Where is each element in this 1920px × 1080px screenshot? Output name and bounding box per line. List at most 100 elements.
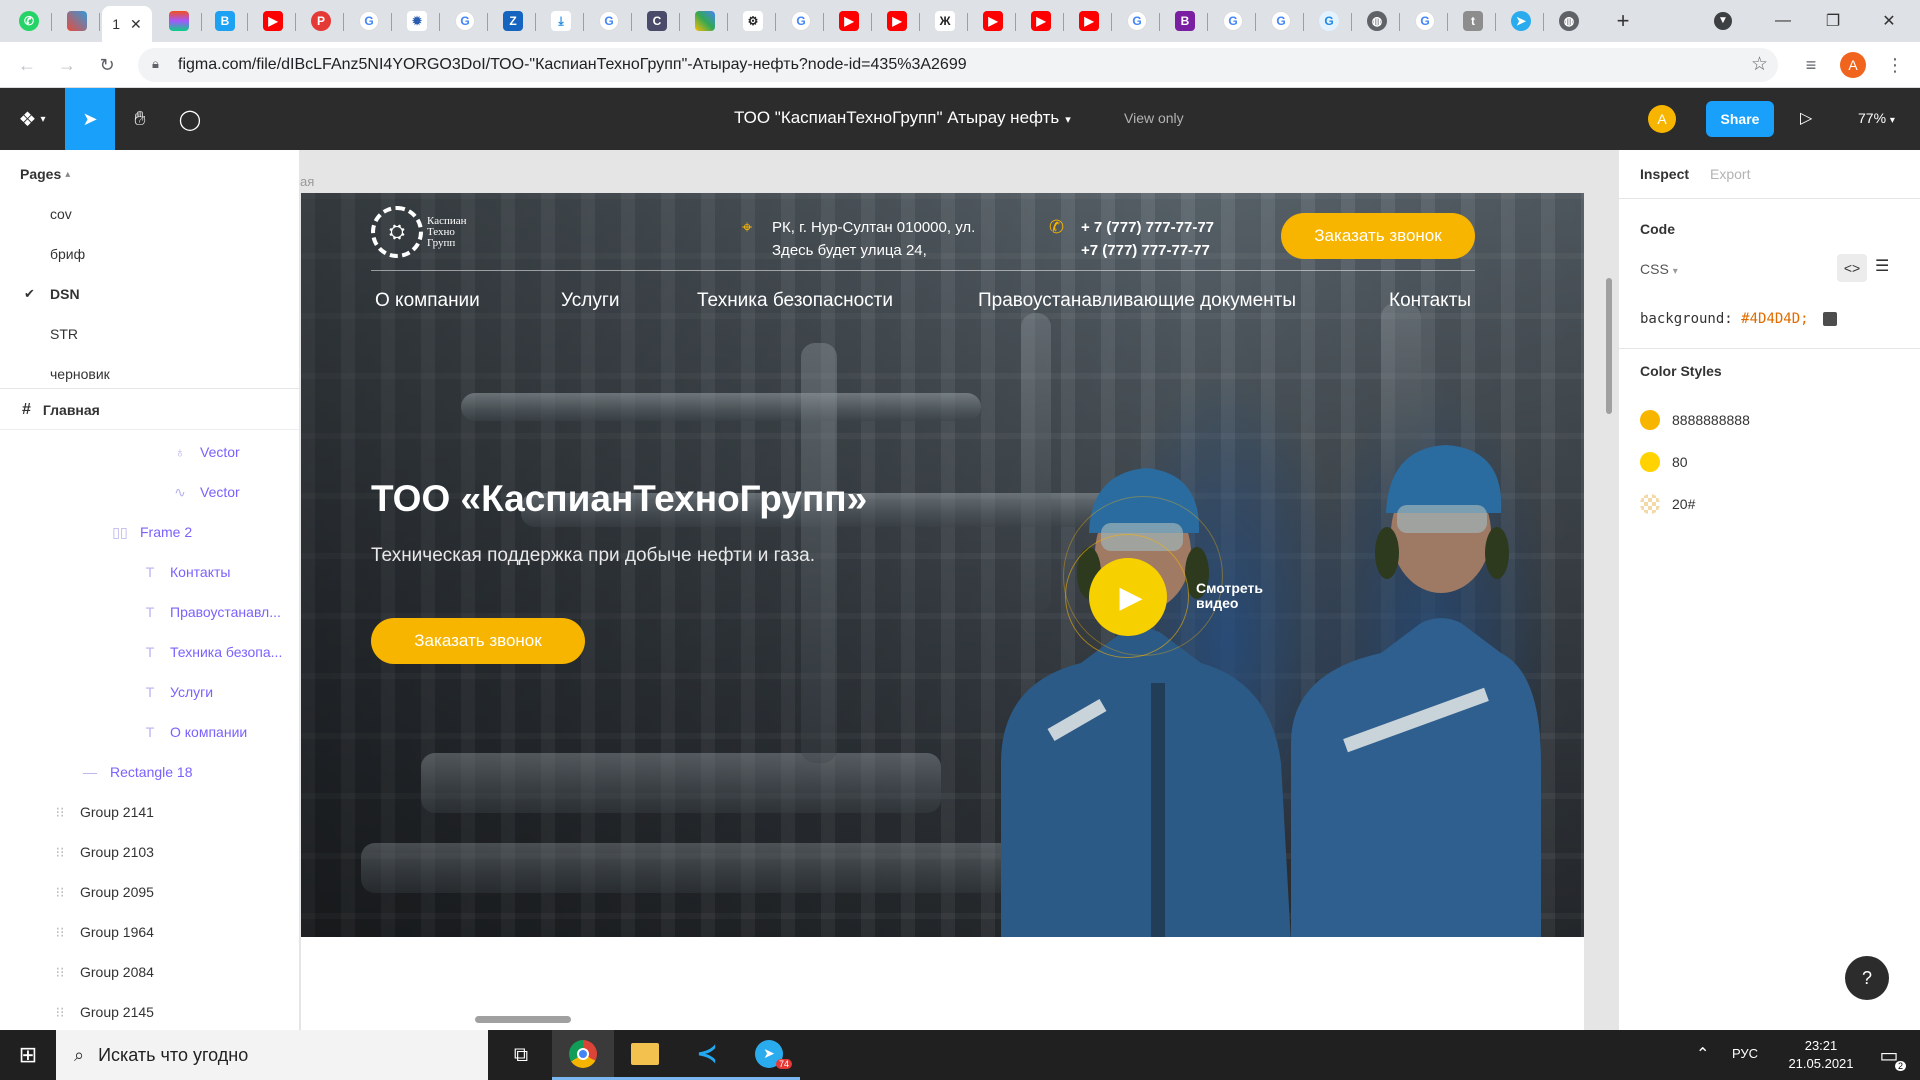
nav-contacts[interactable]: Контакты	[1389, 290, 1471, 312]
page-item[interactable]: cov	[0, 194, 299, 234]
layer-vector[interactable]: ∿ Vector	[168, 472, 240, 512]
tab[interactable]: ⚙	[730, 6, 776, 36]
tab-export[interactable]: Export	[1710, 166, 1750, 182]
tab[interactable]: G	[1258, 6, 1304, 36]
layer-text[interactable]: T Техника безопа...	[138, 632, 283, 672]
tab[interactable]: P	[298, 6, 344, 36]
hero-callback-button[interactable]: Заказать звонок	[371, 618, 585, 664]
tab[interactable]	[682, 6, 728, 36]
tab[interactable]	[54, 6, 100, 36]
figma-canvas[interactable]: ая ⛭ Каспиан Техно Групп ⌖ РК, г. Нур-Су…	[300, 150, 1618, 1030]
color-style-item[interactable]: 20#	[1640, 494, 1695, 514]
watch-video-label[interactable]: Смотреть видео	[1196, 581, 1263, 611]
header-callback-button[interactable]: Заказать звонок	[1281, 213, 1475, 259]
reload-button[interactable]: ↻	[92, 50, 122, 80]
tab-active[interactable]: 1 ✕	[102, 6, 152, 42]
reading-list-icon[interactable]: ≡	[1796, 50, 1826, 80]
layer-text[interactable]: T Контакты	[138, 552, 231, 592]
layer-group[interactable]: ⁝⁝ Group 2141	[48, 792, 154, 832]
url-text[interactable]: figma.com/file/dIBcLFAnz5NI4YORGO3DoI/ТО…	[178, 56, 967, 74]
tab[interactable]: ◍	[1546, 6, 1592, 36]
language-indicator[interactable]: РУС	[1732, 1046, 1758, 1061]
vertical-scrollbar[interactable]	[1606, 278, 1612, 414]
layer-vector[interactable]: ♁ Vector	[168, 432, 240, 472]
zoom-control[interactable]: 77% ▾	[1858, 110, 1895, 126]
profile-avatar[interactable]: A	[1838, 50, 1868, 80]
tab[interactable]: G	[1306, 6, 1352, 36]
layer-group[interactable]: ⁝⁝ Group 2095	[48, 872, 154, 912]
tab[interactable]: ▶	[826, 6, 872, 36]
figma-menu-button[interactable]: ❖ ▾	[4, 88, 60, 150]
tab[interactable]: G	[586, 6, 632, 36]
layer-text[interactable]: TО компании	[138, 712, 248, 752]
code-language-select[interactable]: CSS ▾	[1640, 261, 1678, 277]
layer-text[interactable]: T Правоустанавл...	[138, 592, 281, 632]
start-button[interactable]: ⊞	[0, 1030, 56, 1080]
tab[interactable]: ◍	[1354, 6, 1400, 36]
telegram-taskbar-icon[interactable]: ➤ 74	[738, 1030, 800, 1080]
layer-root-frame[interactable]: # Главная	[0, 390, 299, 430]
forward-button[interactable]: →	[52, 50, 82, 80]
clock[interactable]: 23:21 21.05.2021	[1776, 1037, 1866, 1073]
close-window-button[interactable]: ✕	[1866, 0, 1912, 42]
back-button[interactable]: ←	[12, 50, 42, 80]
layer-rectangle[interactable]: — Rectangle 18	[78, 752, 193, 792]
browser-menu-icon[interactable]: ⋮	[1880, 50, 1910, 80]
user-avatar[interactable]: A	[1648, 105, 1676, 133]
tab[interactable]: ▶	[1066, 6, 1112, 36]
pages-header[interactable]: Pages ▴	[0, 154, 299, 194]
omnibox[interactable]: 🔒︎ figma.com/file/dIBcLFAnz5NI4YORGO3DoI…	[138, 48, 1778, 82]
layer-group[interactable]: ⁝⁝ Group 2145	[48, 992, 154, 1030]
page-item[interactable]: бриф	[0, 234, 299, 274]
present-play-icon[interactable]: ▷	[1800, 108, 1812, 128]
help-button[interactable]: ?	[1845, 956, 1889, 1000]
color-style-item[interactable]: 8888888888	[1640, 410, 1750, 430]
tab[interactable]: G	[346, 6, 392, 36]
page-item[interactable]: STR	[0, 314, 299, 354]
tab-search-icon[interactable]: ▼	[1700, 0, 1746, 42]
layer-group[interactable]: ⁝⁝ Group 2084	[48, 952, 154, 992]
tab[interactable]: G	[778, 6, 824, 36]
tab[interactable]: G	[1114, 6, 1160, 36]
css-code-line[interactable]: background: #4D4D4D;	[1640, 311, 1838, 327]
layer-group[interactable]: ⁝⁝ Group 2103	[48, 832, 154, 872]
tab[interactable]	[156, 6, 202, 36]
task-view-icon[interactable]: ⧉	[490, 1030, 552, 1080]
list-view-icon[interactable]: ☰	[1875, 256, 1889, 276]
nav-services[interactable]: Услуги	[561, 290, 619, 312]
tab[interactable]: t	[1450, 6, 1496, 36]
tab[interactable]: G	[442, 6, 488, 36]
tab[interactable]: ▶	[970, 6, 1016, 36]
tab[interactable]: B	[202, 6, 248, 36]
explorer-taskbar-icon[interactable]	[614, 1030, 676, 1080]
comment-tool-button[interactable]: ◯	[165, 88, 215, 150]
layer-text[interactable]: T Услуги	[138, 672, 213, 712]
tab[interactable]: Ж	[922, 6, 968, 36]
tab-inspect[interactable]: Inspect	[1640, 166, 1689, 182]
tab[interactable]: ✹	[394, 6, 440, 36]
nav-safety[interactable]: Техника безопасности	[697, 290, 893, 312]
tray-chevron-up-icon[interactable]: ⌃	[1696, 1044, 1709, 1064]
share-button[interactable]: Share	[1706, 101, 1774, 137]
tab[interactable]: ✆	[6, 6, 52, 36]
notifications-icon[interactable]: ▭ 2	[1860, 1030, 1918, 1080]
site-logo[interactable]: ⛭ Каспиан Техно Групп	[371, 206, 467, 258]
hero-frame[interactable]: ⛭ Каспиан Техно Групп ⌖ РК, г. Нур-Султа…	[301, 193, 1584, 937]
color-style-item[interactable]: 80	[1640, 452, 1688, 472]
hand-tool-button[interactable]: ✋︎	[115, 88, 165, 150]
vscode-taskbar-icon[interactable]: ≺	[676, 1030, 738, 1080]
tab[interactable]: ▶	[250, 6, 296, 36]
minimize-button[interactable]: —	[1760, 0, 1806, 42]
horizontal-scrollbar[interactable]	[475, 1016, 571, 1023]
page-item-active[interactable]: ✔ DSN	[0, 274, 299, 314]
tab[interactable]: ➤	[1498, 6, 1544, 36]
bookmark-star-icon[interactable]: ☆	[1751, 53, 1768, 76]
chrome-taskbar-icon[interactable]	[552, 1030, 614, 1080]
tab[interactable]: Z	[490, 6, 536, 36]
tab[interactable]: ▶	[874, 6, 920, 36]
site-phones[interactable]: + 7 (777) 777-77-77 +7 (777) 777-77-77	[1081, 216, 1214, 262]
close-tab-icon[interactable]: ✕	[130, 16, 142, 33]
new-tab-button[interactable]: +	[1600, 0, 1646, 42]
play-video-button[interactable]: ▶	[1089, 558, 1167, 636]
tab[interactable]: B	[1162, 6, 1208, 36]
